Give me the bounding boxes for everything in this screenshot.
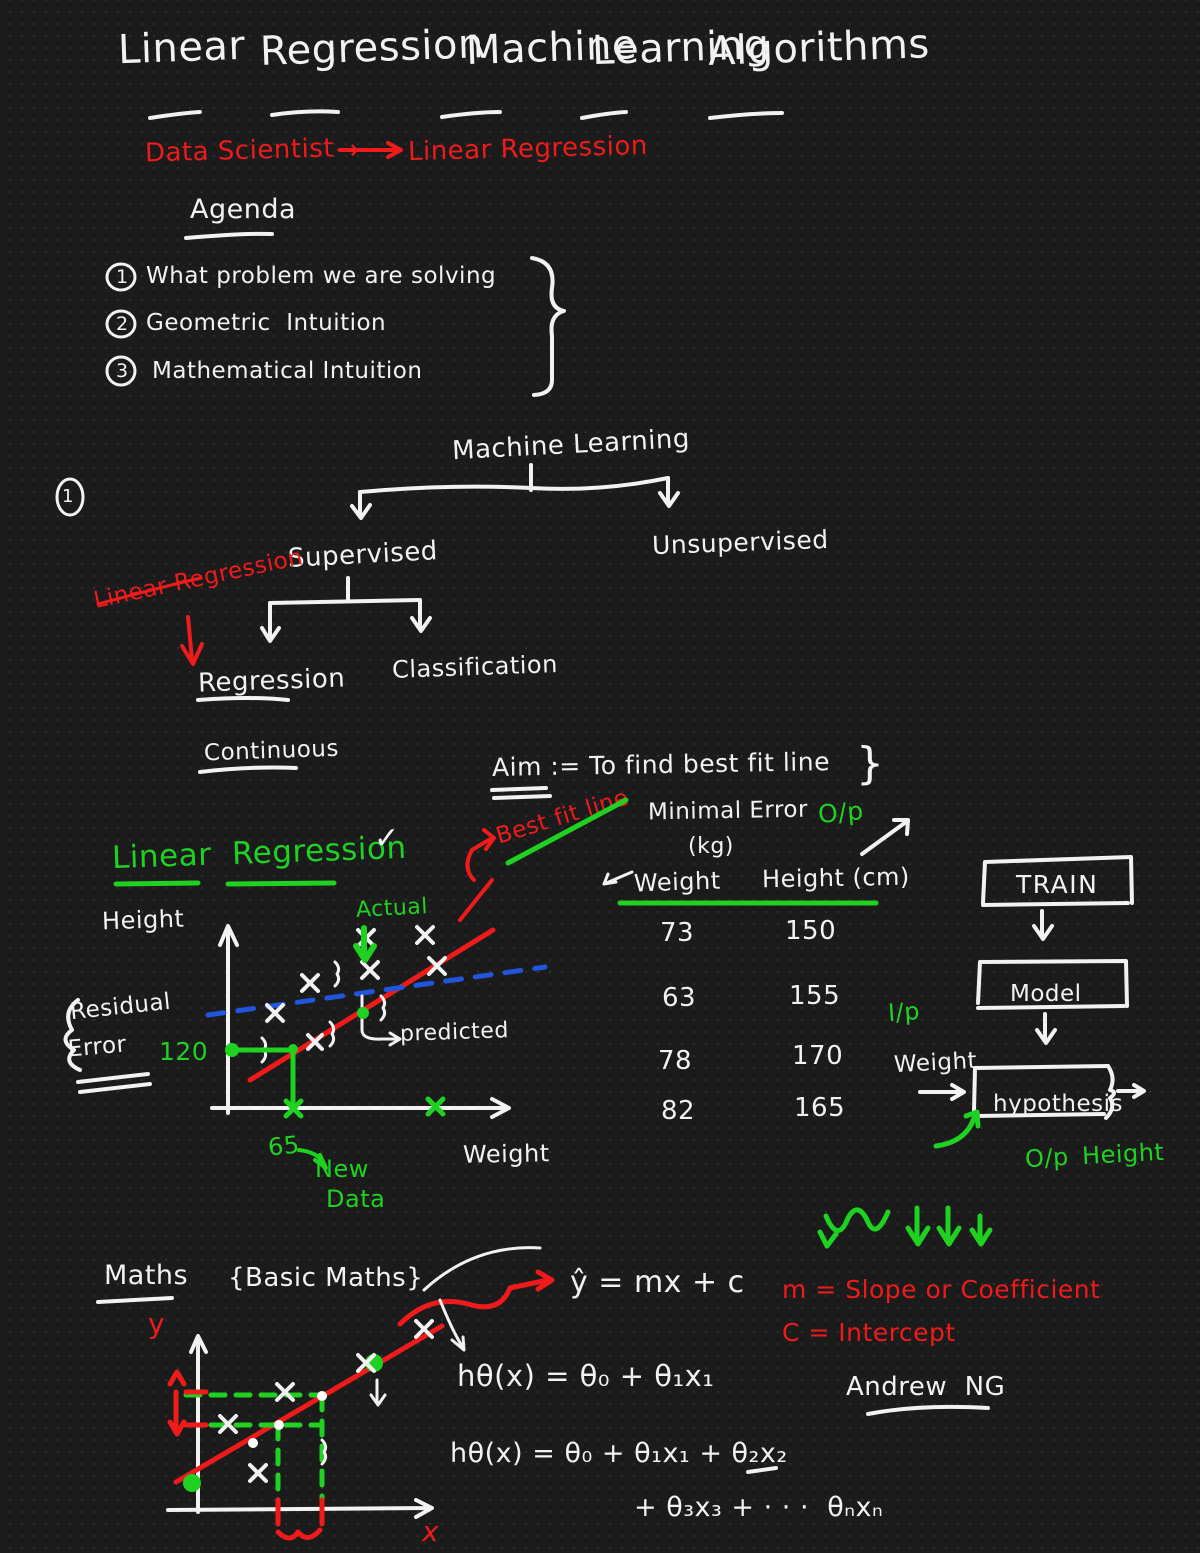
equation-hypothesis-simple: hθ(x) = θ₀ + θ₁x₁ (457, 1359, 715, 1393)
agenda-underline (184, 231, 274, 240)
intercept-definition: C = Intercept (782, 1318, 956, 1347)
tree-supervised-connector (260, 576, 432, 643)
pipeline-input-feature: Weight (893, 1047, 978, 1079)
tree-sub-regression: Regression (197, 663, 346, 699)
maths-heading: Maths (104, 1260, 189, 1291)
scatter-value-65: 65 (266, 1130, 301, 1162)
dataset-column-height: Height (cm) (761, 862, 910, 894)
linear-regression-highlight: Linear Regression (111, 829, 408, 877)
tree-red-annotation: Linear Regression (91, 544, 306, 614)
agenda-item-3-label: Mathematical Intuition (152, 358, 423, 384)
aim-output-label: O/p (816, 796, 865, 829)
dataset-unit-label: (kg) (688, 834, 734, 859)
pipeline-output-target: Height (1081, 1137, 1166, 1171)
slope-definition: m = Slope or Coefficient (782, 1275, 1101, 1304)
dataset-cell-height: 155 (789, 981, 841, 1011)
pipeline-input-label: I/p (887, 996, 921, 1028)
tree-root-label: Machine Learning (451, 423, 691, 467)
tree-branch-unsupervised: Unsupervised (651, 524, 830, 561)
aim-text: Aim := To find best fit line (491, 747, 831, 782)
title-underlines (148, 109, 784, 120)
scatter-y-axis-label: Height (101, 904, 185, 936)
credit-andrew-ng: Andrew NG (846, 1372, 1006, 1402)
continuous-underline (198, 765, 298, 774)
equation-y-hat: ŷ = mx + c (570, 1265, 745, 1300)
pipeline-output-label: O/p (1024, 1142, 1070, 1174)
scatter-plot (63, 924, 548, 1170)
intro-topic: Linear Regression (407, 130, 649, 168)
handwritten-notes-page: Linear Regression Machine Learning Algor… (0, 0, 1200, 1553)
agenda-item-2-number: 2 (116, 313, 129, 335)
page-title-word-1: Linear (117, 22, 247, 74)
scatter-x-axis-label: Weight (462, 1139, 550, 1169)
intro-role: Data Scientist (144, 133, 335, 169)
scatter-value-120: 120 (159, 1037, 209, 1066)
residual-label-line-2: Error (66, 1031, 128, 1063)
error-double-underline (76, 1072, 152, 1094)
agenda-item-2-label: Geometric Intuition (146, 310, 387, 336)
slope-green-arrows (817, 1205, 993, 1249)
regression-underline (196, 696, 290, 702)
agenda-item-3-number: 3 (116, 360, 129, 382)
pipeline-box-hypothesis-label: hypothesis (993, 1091, 1123, 1117)
weight-column-arrow (602, 870, 634, 886)
page-title-word-2: Regression (259, 21, 485, 75)
tree-red-arrow (180, 615, 204, 666)
rise-arrow (167, 1369, 187, 1437)
agenda-heading: Agenda (190, 194, 297, 225)
predicted-pointer (360, 994, 402, 1047)
dataset-cell-height: 170 (792, 1041, 844, 1071)
dataset-cell-height: 150 (785, 916, 837, 946)
tree-branch-supervised: Supervised (287, 536, 439, 574)
agenda-item-1-number: 1 (116, 266, 129, 288)
tree-section-number: 1 (62, 486, 74, 507)
dataset-cell-weight: 78 (658, 1046, 693, 1076)
tree-leaf-continuous: Continuous (203, 735, 340, 767)
agenda-brace (530, 256, 566, 397)
dataset-cell-weight: 73 (660, 918, 695, 948)
actual-arrow (353, 925, 377, 963)
agenda-item-1-label: What problem we are solving (146, 263, 497, 289)
residual-label-line-1: Residual (68, 988, 173, 1026)
tree-root-connector (350, 463, 680, 520)
pipeline-box-train-label: TRAIN (1016, 870, 1099, 899)
actual-label: Actual (355, 894, 429, 923)
predicted-label: predicted (399, 1018, 510, 1047)
new-data-label-line-2: Data (326, 1185, 386, 1213)
dataset-column-weight: Weight (633, 866, 722, 898)
intro-arrow-icon: → (336, 133, 360, 166)
equation-hypothesis-multi-line-2: + θ₃x₃ + · · · θₙxₙ (634, 1492, 884, 1523)
aim-minimal-error: Minimal Error (647, 796, 809, 826)
aim-underlines (490, 786, 552, 800)
check-icon: ✓ (374, 821, 400, 856)
equation-hypothesis-multi-line-1: hθ(x) = θ₀ + θ₁x₁ + θ₂x₂ (450, 1438, 788, 1469)
dataset-cell-height: 165 (794, 1093, 846, 1123)
dataset-cell-weight: 82 (661, 1096, 696, 1126)
tree-sub-classification: Classification (391, 650, 559, 684)
maths-axis-x-label: x (422, 1515, 440, 1548)
page-title-word-5: Algorithms (707, 21, 931, 75)
linear-regression-underlines (113, 880, 337, 887)
new-data-label-line-1: New (315, 1155, 369, 1183)
credit-underline (866, 1404, 990, 1416)
aim-brace: } (856, 738, 885, 789)
pipeline-box-model-label: Model (1010, 981, 1082, 1007)
output-arrow (860, 818, 910, 856)
maths-axis-y-label: y (148, 1307, 166, 1340)
dataset-cell-weight: 63 (662, 983, 697, 1013)
maths-brace-note: {Basic Maths} (228, 1263, 424, 1293)
best-fit-line-label: Best fit line (493, 784, 632, 850)
